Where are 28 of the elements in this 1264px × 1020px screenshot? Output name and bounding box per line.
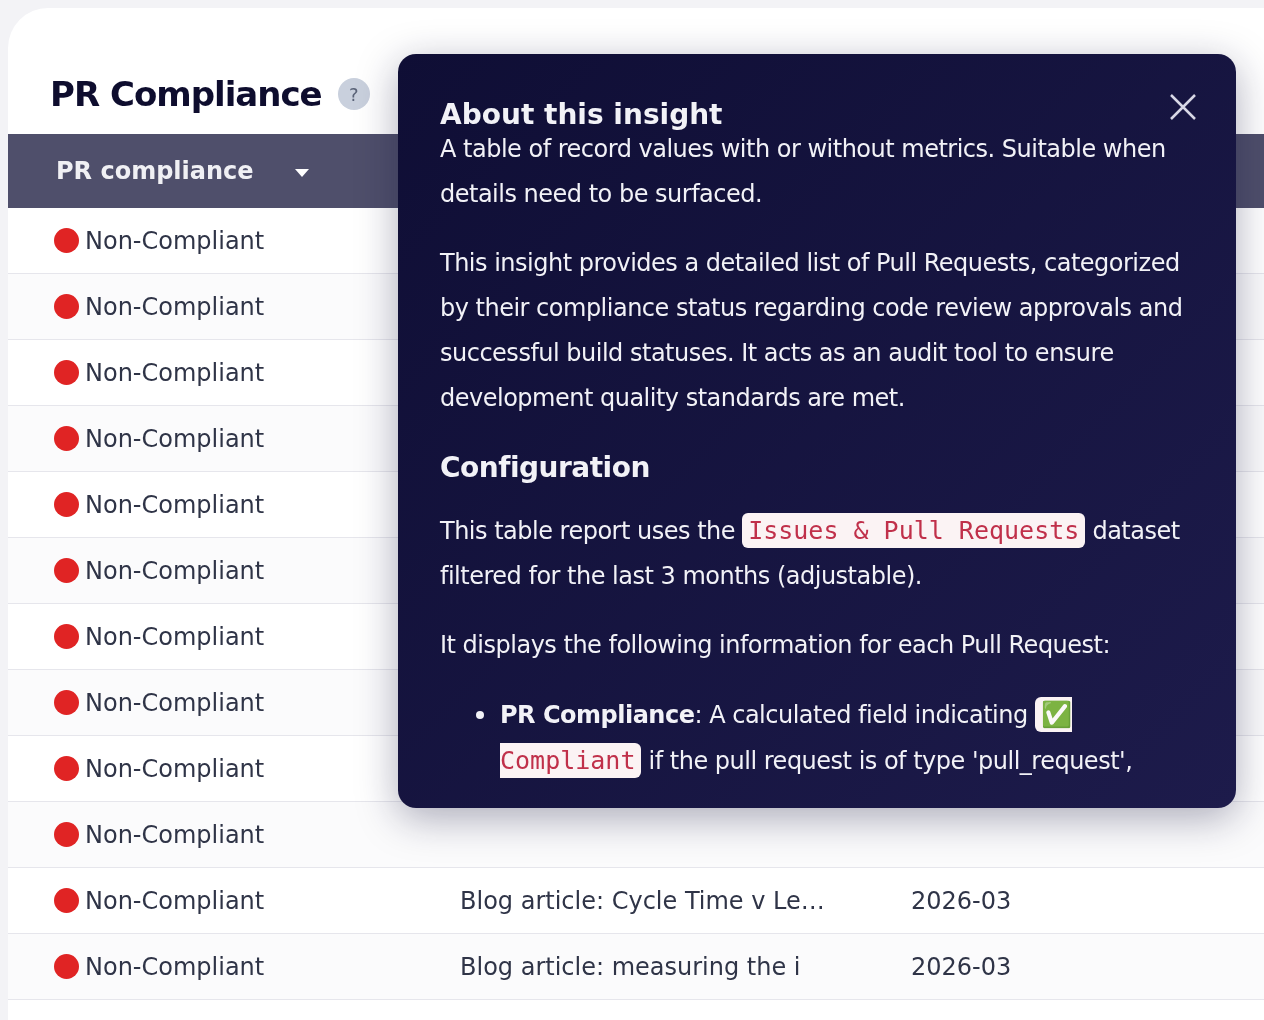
table-cell: Non-Compliant <box>85 226 265 255</box>
help-icon[interactable]: ? <box>337 78 370 110</box>
table-cell: Non-Compliant <box>85 490 265 519</box>
table-cell: Blog article: measuring the i <box>460 952 801 981</box>
close-button[interactable] <box>1168 92 1198 122</box>
table-cell: Non-Compliant <box>85 886 265 915</box>
table-cell: Non-Compliant <box>85 754 265 783</box>
paragraph: This insight provides a detailed list of Pull Requests, categorized by their compliance status regarding code review approvals and successful build statuses. It acts as an audit tool to ensure development quality standards are met. <box>440 248 1184 414</box>
table-cell: Blog article: Cycle Time v Le… <box>460 886 825 915</box>
section-heading: Configuration <box>440 450 651 486</box>
paragraph: It displays the following information for each Pull Request: <box>440 630 1112 661</box>
table-cell: Non-Compliant <box>85 358 265 387</box>
report-title: PR Compliance <box>50 74 322 114</box>
close-icon <box>1168 92 1198 122</box>
popover-title: About this insight <box>440 98 723 131</box>
table-cell: Non-Compliant <box>85 952 265 981</box>
table-cell: Non-Compliant <box>85 556 265 585</box>
table-cell: Non-Compliant <box>85 622 265 651</box>
table-cell: Non-Compliant <box>85 292 265 321</box>
paragraph: A table of record values with or without metrics. Suitable when details need to be surfaced. <box>440 134 1167 210</box>
table-cell: 2026-03 <box>911 952 1012 981</box>
table-cell: Non-Compliant <box>85 688 265 717</box>
column-header[interactable]: PR compliance <box>8 157 310 185</box>
table-cell: 2026-03 <box>911 886 1012 915</box>
bullet-dot <box>476 711 484 719</box>
table-cell: Non-Compliant <box>85 820 265 849</box>
paragraph: This table report uses the Issues & Pull Requests dataset filtered for the last 3 months (adjustable). <box>440 508 1194 599</box>
table-cell: Non-Compliant <box>85 424 265 453</box>
